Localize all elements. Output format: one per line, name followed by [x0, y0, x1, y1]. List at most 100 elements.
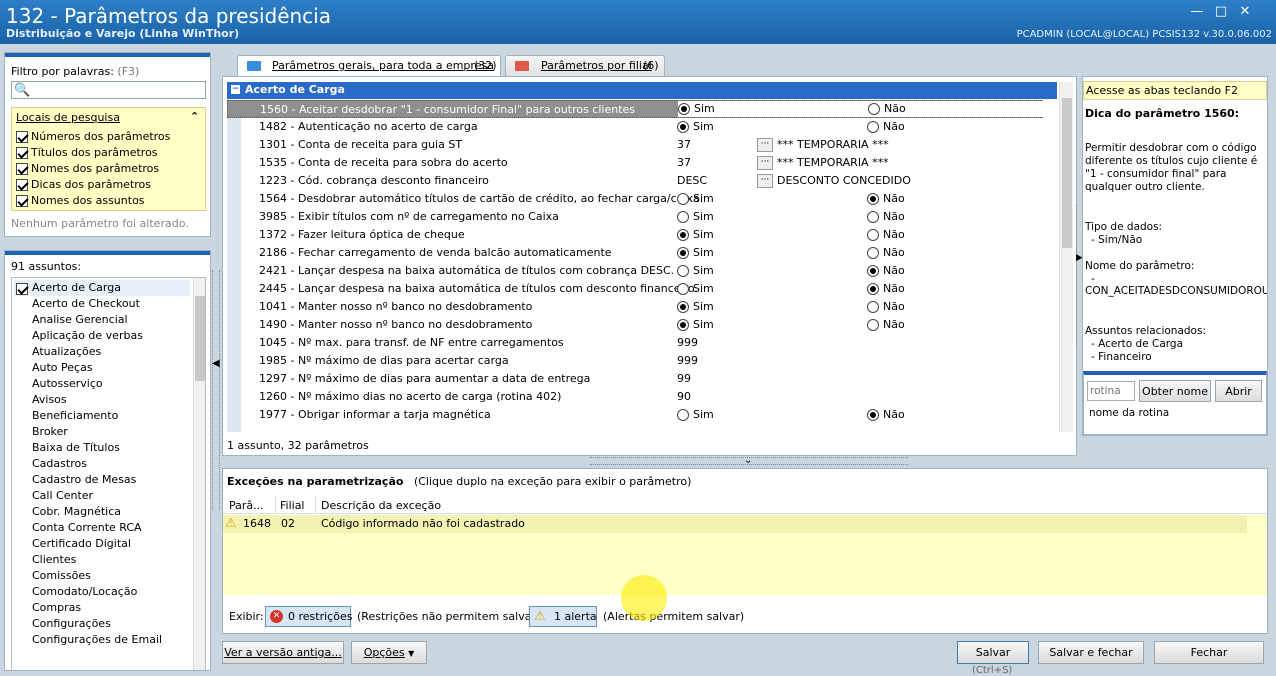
restricoes-toggle[interactable]: ✕ 0 restrições [265, 606, 352, 627]
table-row[interactable]: 1260 - Nº máximo dias no acerto de carga… [227, 388, 1043, 406]
group-header[interactable]: − Acerto de Carga [227, 82, 1057, 99]
save-shortcut: (Ctrl+S) [972, 665, 1013, 676]
col-header[interactable]: Parâ... [229, 499, 264, 512]
table-row[interactable]: 1045 - Nº max. para transf. de NF entre … [227, 334, 1043, 352]
list-item[interactable]: Comissões [32, 568, 91, 584]
table-row[interactable]: 1041 - Manter nosso nº banco no desdobra… [227, 298, 1043, 316]
checkbox-icon[interactable] [16, 163, 28, 175]
table-row[interactable]: 1564 - Desdobrar automático títulos de c… [227, 190, 1043, 208]
tab-parametros-gerais[interactable]: Parâmetros gerais, para toda a empresa (… [237, 55, 501, 76]
list-item[interactable]: Baixa de Títulos [32, 440, 120, 456]
tab-parametros-filial[interactable]: Parâmetros por filial (6) [505, 55, 665, 76]
close-button[interactable]: Fechar [1154, 641, 1264, 664]
table-row[interactable]: 1490 - Manter nosso nº banco no desdobra… [227, 316, 1043, 334]
locais-item-assuntos[interactable]: Nomes dos assuntos [16, 194, 170, 210]
locais-item-numeros[interactable]: Números dos parâmetros [16, 130, 170, 146]
col-header[interactable]: Filial [280, 499, 305, 512]
list-item[interactable]: Auto Peças [32, 360, 93, 376]
list-item[interactable]: Compras [32, 600, 81, 616]
table-row[interactable]: 2421 - Lançar despesa na baixa automátic… [227, 262, 1043, 280]
list-item[interactable]: Cadastro de Mesas [32, 472, 136, 488]
splitter-down-icon[interactable]: ⌄ [744, 455, 752, 466]
col-header[interactable]: Descrição da exceção [321, 499, 441, 512]
table-row[interactable]: 1535 - Conta de receita para sobra do ac… [227, 154, 1043, 172]
table-row[interactable]: 1372 - Fazer leitura óptica de cheque Si… [227, 226, 1043, 244]
grid-scrollbar[interactable] [1059, 82, 1073, 432]
list-item[interactable]: Cobr. Magnética [32, 504, 121, 520]
list-item[interactable]: Certificado Digital [32, 536, 131, 552]
help-related-item[interactable]: - Acerto de Carga [1091, 338, 1183, 350]
splitter-arrow-icon[interactable]: ◀ [212, 358, 220, 369]
list-item[interactable]: Broker [32, 424, 68, 440]
scrollbar-thumb[interactable] [1062, 98, 1072, 248]
options-button[interactable]: Opções ▼ [351, 641, 427, 664]
help-name-value: CON_ACEITADESDCONSUMIDOROUT [1085, 285, 1268, 297]
minimize-button[interactable]: — [1186, 4, 1208, 20]
checkbox-icon[interactable] [16, 131, 28, 143]
dropdown-arrow-icon: ▼ [408, 649, 415, 658]
list-item[interactable]: Configurações de Email [32, 632, 162, 648]
checkbox-icon[interactable] [16, 195, 28, 207]
table-row[interactable]: ⚠ 1648 02 Código informado não foi cadas… [223, 515, 1247, 533]
parameters-grid[interactable]: 1560 - Aceitar desdobrar "1 - consumidor… [227, 100, 1057, 432]
table-row[interactable]: 1985 - Nº máximo de dias para acertar ca… [227, 352, 1043, 370]
rotina-box: Obter nome Abrir nome da rotina [1083, 371, 1267, 435]
table-row[interactable]: 1560 - Aceitar desdobrar "1 - consumidor… [227, 100, 1057, 118]
lookup-button[interactable]: ··· [757, 156, 773, 170]
table-row[interactable]: 1297 - Nº máximo de dias para aumentar a… [227, 370, 1043, 388]
list-item[interactable]: Acerto de Carga [32, 280, 121, 296]
lookup-button[interactable]: ··· [757, 138, 773, 152]
save-button[interactable]: Salvar [957, 641, 1029, 664]
collapse-icon[interactable]: ⌃ [190, 110, 199, 123]
old-version-button[interactable]: Ver a versão antiga... [222, 641, 344, 664]
list-item[interactable]: Atualizações [32, 344, 101, 360]
obter-nome-button[interactable]: Obter nome [1139, 380, 1211, 402]
list-item[interactable]: Avisos [32, 392, 67, 408]
table-row[interactable]: 1223 - Cód. cobrança desconto financeiro… [227, 172, 1043, 190]
list-item[interactable]: Analise Gerencial [32, 312, 128, 328]
scrollbar-thumb[interactable] [195, 296, 205, 381]
filter-search-input[interactable]: 🔍 [11, 81, 206, 99]
abrir-button[interactable]: Abrir [1215, 380, 1262, 402]
list-item[interactable]: Configurações [32, 616, 111, 632]
list-item[interactable]: Comodato/Locação [32, 584, 137, 600]
checkbox-icon[interactable] [16, 147, 28, 159]
list-item[interactable]: Autosserviço [32, 376, 103, 392]
subjects-list[interactable]: Acerto de Carga Acerto de Checkout Anali… [11, 277, 206, 670]
locais-item-nomes[interactable]: Nomes dos parâmetros [16, 162, 170, 178]
locais-item-dicas[interactable]: Dicas dos parâmetros [16, 178, 170, 194]
list-item[interactable]: Acerto de Checkout [32, 296, 140, 312]
maximize-button[interactable]: □ [1210, 4, 1232, 20]
table-row[interactable]: 3985 - Exibir títulos com nº de carregam… [227, 208, 1043, 226]
list-item[interactable]: Clientes [32, 552, 76, 568]
help-related-item[interactable]: - Financeiro [1091, 351, 1152, 363]
checkbox-icon[interactable] [16, 179, 28, 191]
rotina-input[interactable] [1087, 381, 1135, 401]
left-splitter[interactable] [212, 270, 220, 510]
list-item[interactable]: Call Center [32, 488, 93, 504]
list-item[interactable]: Conta Corrente RCA [32, 520, 142, 536]
table-row[interactable]: 1977 - Obrigar informar a tarja magnétic… [227, 406, 1043, 424]
subjects-scrollbar[interactable] [193, 278, 205, 670]
list-item[interactable]: Cadastros [32, 456, 87, 472]
list-item[interactable]: Beneficiamento [32, 408, 118, 424]
locais-item-titulos[interactable]: Títulos dos parâmetros [16, 146, 170, 162]
collapse-icon[interactable]: − [231, 85, 240, 94]
close-window-button[interactable]: ✕ [1234, 4, 1256, 20]
exibir-label: Exibir: [229, 610, 264, 623]
help-panel: Acesse as abas teclando F2 Dica do parâm… [1082, 76, 1268, 436]
table-row[interactable]: 1301 - Conta de receita para guia ST 37 … [227, 136, 1043, 154]
radio-button[interactable] [867, 121, 879, 133]
tab-count: (32) [474, 59, 497, 72]
table-row[interactable]: 1482 - Autenticação no acerto de carga S… [227, 118, 1043, 136]
alertas-toggle[interactable]: ⚠ 1 alerta [529, 606, 597, 627]
save-close-button[interactable]: Salvar e fechar [1038, 641, 1144, 664]
checkbox-icon[interactable] [16, 283, 28, 295]
table-row[interactable]: 2186 - Fechar carregamento de venda balc… [227, 244, 1043, 262]
window-title: 132 - Parâmetros da presidência [6, 4, 331, 28]
radio-button[interactable] [677, 121, 689, 133]
filter-panel: Filtro por palavras: (F3) 🔍 Locais de pe… [4, 52, 211, 237]
table-row[interactable]: 2445 - Lançar despesa na baixa automátic… [227, 280, 1043, 298]
list-item[interactable]: Aplicação de verbas [32, 328, 143, 344]
lookup-button[interactable]: ··· [757, 174, 773, 188]
